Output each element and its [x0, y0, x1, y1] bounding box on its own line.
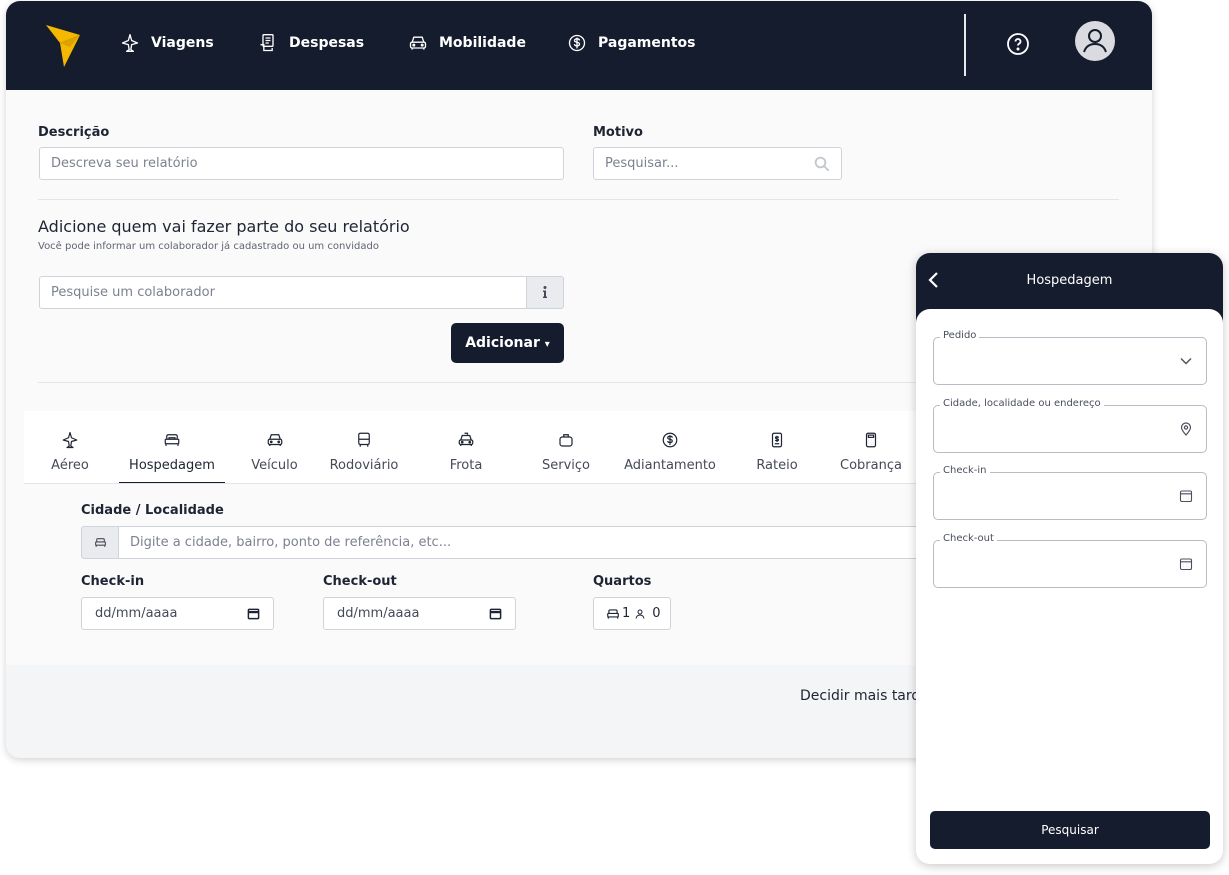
- participants-title: Adicione quem vai fazer parte do seu rel…: [38, 217, 410, 236]
- location-pin-icon: [1180, 422, 1192, 436]
- checkout-label: Check-out: [323, 574, 397, 589]
- mobile-body: Pedido Cidade, localidade ou endereço Ch…: [916, 309, 1223, 864]
- tab-hospedagem[interactable]: Hospedagem: [119, 411, 225, 484]
- help-icon[interactable]: [1006, 32, 1030, 56]
- checkout-value: dd/mm/aaaa: [337, 606, 420, 621]
- cidade-input[interactable]: Digite a cidade, bairro, ponto de referê…: [118, 526, 928, 559]
- tab-label: Hospedagem: [129, 458, 215, 473]
- bus-icon: [358, 432, 370, 447]
- bed-icon: [95, 538, 106, 547]
- caret-down-icon: ▾: [544, 339, 550, 350]
- nav-label: Mobilidade: [439, 35, 526, 51]
- decidir-mais-tarde-link[interactable]: Decidir mais tarde: [800, 688, 929, 704]
- briefcase-icon: [559, 434, 573, 447]
- colaborador-search-input[interactable]: Pesquise um colaborador: [39, 276, 528, 309]
- nav-despesas[interactable]: Despesas: [258, 31, 364, 55]
- mobile-checkin-field[interactable]: Check-in: [933, 465, 1207, 520]
- tab-label: Adiantamento: [624, 458, 716, 473]
- adicionar-label: Adicionar: [465, 335, 540, 351]
- tabs-underline: [24, 483, 924, 484]
- tab-label: Serviço: [541, 458, 590, 473]
- tab-frota[interactable]: Frota: [441, 411, 491, 484]
- calendar-icon[interactable]: [1179, 489, 1193, 503]
- nav-label: Despesas: [289, 35, 365, 51]
- pedido-select[interactable]: Pedido: [933, 330, 1207, 385]
- navbar-divider: [964, 14, 966, 76]
- dollar-icon: [662, 432, 678, 448]
- calendar-icon[interactable]: [1179, 557, 1193, 571]
- divider: [38, 199, 1119, 200]
- tab-label: Rateio: [756, 458, 798, 473]
- mobile-checkout-field[interactable]: Check-out: [933, 533, 1207, 588]
- nav-label: Pagamentos: [598, 35, 696, 51]
- checkin-label: Check-in: [81, 574, 145, 589]
- receipt-icon: [260, 34, 274, 52]
- tab-servico[interactable]: Serviço: [534, 411, 598, 484]
- participants-subtitle: Você pode informar um colaborador já cad…: [38, 241, 379, 252]
- tab-label: Cobrança: [840, 458, 902, 473]
- nav-label: Viagens: [151, 35, 214, 51]
- mobile-checkout-label: Check-out: [940, 533, 997, 544]
- info-button[interactable]: [526, 276, 564, 309]
- calendar-icon[interactable]: [247, 607, 260, 620]
- quartos-selector[interactable]: 1 0: [593, 597, 671, 630]
- tab-label: Veículo: [251, 458, 298, 473]
- cidade-endereco-label: Cidade, localidade ou endereço: [940, 398, 1104, 409]
- tab-aereo[interactable]: Aéreo: [42, 411, 98, 484]
- tab-label: Frota: [449, 458, 483, 473]
- bed-icon: [164, 434, 180, 446]
- top-navbar: Viagens Despesas Mobilidade Pagamentos: [6, 1, 1152, 90]
- dollar-icon: [568, 34, 586, 52]
- info-icon: [543, 286, 547, 298]
- pesquisar-button[interactable]: Pesquisar: [930, 811, 1210, 849]
- checkin-value: dd/mm/aaaa: [95, 606, 178, 621]
- tab-adiantamento[interactable]: Adiantamento: [619, 411, 721, 484]
- pedido-label: Pedido: [940, 330, 980, 341]
- person-icon: [635, 609, 645, 619]
- tab-rodoviario[interactable]: Rodoviário: [324, 411, 404, 484]
- car-icon: [267, 434, 282, 446]
- search-icon[interactable]: [813, 155, 831, 173]
- descricao-input[interactable]: Descreva seu relatório: [39, 147, 564, 180]
- tab-rateio[interactable]: Rateio: [748, 411, 806, 484]
- mobile-checkin-label: Check-in: [940, 465, 990, 476]
- motivo-label: Motivo: [593, 125, 643, 140]
- cidade-label: Cidade / Localidade: [81, 503, 224, 518]
- car-icon: [409, 36, 427, 50]
- service-tabs: Aéreo Hospedagem Veículo Rodoviário Frot…: [24, 411, 924, 484]
- descricao-label: Descrição: [38, 125, 110, 140]
- nav-mobilidade[interactable]: Mobilidade: [408, 31, 526, 55]
- logo-icon[interactable]: [44, 21, 84, 67]
- guests-count: 0: [652, 606, 661, 621]
- avatar[interactable]: [1075, 21, 1115, 61]
- calculator-icon: [865, 432, 877, 448]
- adicionar-button[interactable]: Adicionar ▾: [451, 323, 564, 363]
- user-icon: [1083, 29, 1107, 53]
- tab-veiculo[interactable]: Veículo: [246, 411, 303, 484]
- motivo-search-input[interactable]: Pesquisar...: [593, 147, 842, 180]
- mobile-title: Hospedagem: [1026, 273, 1113, 288]
- nav-pagamentos[interactable]: Pagamentos: [567, 31, 696, 55]
- checkout-date-input[interactable]: dd/mm/aaaa: [323, 597, 516, 630]
- tab-label: Aéreo: [51, 458, 89, 473]
- motivo-placeholder: Pesquisar...: [605, 156, 679, 171]
- calendar-icon[interactable]: [489, 607, 502, 620]
- plane-icon: [62, 431, 78, 449]
- split-doc-icon: [771, 432, 783, 448]
- nav-viagens[interactable]: Viagens: [120, 31, 214, 55]
- chevron-down-icon[interactable]: [1179, 354, 1193, 368]
- tab-label: Rodoviário: [329, 458, 399, 473]
- quartos-label: Quartos: [593, 574, 652, 589]
- tab-cobranca[interactable]: Cobrança: [832, 411, 910, 484]
- bed-icon: [607, 608, 619, 619]
- mobile-hospedagem-panel: Hospedagem Pedido Cidade, localidade ou …: [916, 253, 1223, 864]
- plane-icon: [121, 34, 139, 52]
- taxi-icon: [458, 432, 474, 446]
- checkin-date-input[interactable]: dd/mm/aaaa: [81, 597, 274, 630]
- cidade-endereco-field[interactable]: Cidade, localidade ou endereço: [933, 398, 1207, 453]
- rooms-count: 1: [622, 606, 631, 621]
- bed-addon: [81, 526, 119, 559]
